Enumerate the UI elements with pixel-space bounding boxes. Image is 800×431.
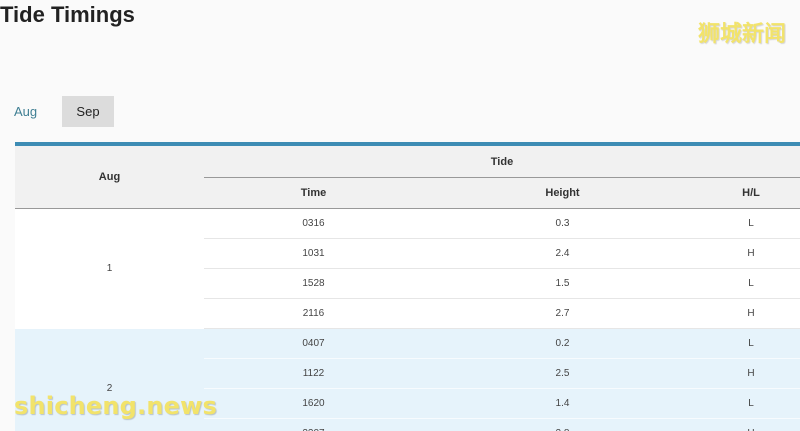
hl-cell: L bbox=[702, 209, 800, 239]
height-cell: 0.2 bbox=[423, 329, 702, 359]
tide-table-container: Aug Tide Time Height H/L 1 0316 0.3 L 10… bbox=[15, 142, 800, 431]
hl-cell: H bbox=[702, 419, 800, 431]
month-tabs: Aug Sep bbox=[0, 96, 114, 127]
watermark-bottom: shicheng.news bbox=[14, 392, 217, 420]
height-cell: 2.5 bbox=[423, 359, 702, 389]
page-title: Tide Timings bbox=[0, 2, 135, 28]
height-cell: 2.7 bbox=[423, 299, 702, 329]
height-cell: 0.3 bbox=[423, 209, 702, 239]
hl-cell: H bbox=[702, 239, 800, 269]
table-row: 1 0316 0.3 L bbox=[15, 209, 800, 239]
hl-cell: L bbox=[702, 269, 800, 299]
table-row: 2 0407 0.2 L bbox=[15, 329, 800, 359]
day-column-header: Aug bbox=[15, 146, 204, 209]
hl-cell: L bbox=[702, 329, 800, 359]
day-cell: 1 bbox=[15, 209, 204, 329]
time-cell: 2116 bbox=[204, 299, 423, 329]
hl-cell: L bbox=[702, 389, 800, 419]
time-cell: 2207 bbox=[204, 419, 423, 431]
time-column-header: Time bbox=[204, 178, 423, 209]
hl-cell: H bbox=[702, 359, 800, 389]
height-column-header: Height bbox=[423, 178, 702, 209]
tab-aug[interactable]: Aug bbox=[0, 96, 38, 127]
time-cell: 1528 bbox=[204, 269, 423, 299]
time-cell: 1122 bbox=[204, 359, 423, 389]
time-cell: 0316 bbox=[204, 209, 423, 239]
tide-group-header: Tide bbox=[204, 146, 800, 178]
hl-column-header: H/L bbox=[702, 178, 800, 209]
height-cell: 1.4 bbox=[423, 389, 702, 419]
hl-cell: H bbox=[702, 299, 800, 329]
time-cell: 0407 bbox=[204, 329, 423, 359]
tab-sep[interactable]: Sep bbox=[62, 96, 114, 127]
height-cell: 2.4 bbox=[423, 239, 702, 269]
height-cell: 2.8 bbox=[423, 419, 702, 431]
tide-table: Aug Tide Time Height H/L 1 0316 0.3 L 10… bbox=[15, 146, 800, 431]
height-cell: 1.5 bbox=[423, 269, 702, 299]
time-cell: 1031 bbox=[204, 239, 423, 269]
watermark-top: 狮城新闻 bbox=[698, 16, 786, 48]
time-cell: 1620 bbox=[204, 389, 423, 419]
